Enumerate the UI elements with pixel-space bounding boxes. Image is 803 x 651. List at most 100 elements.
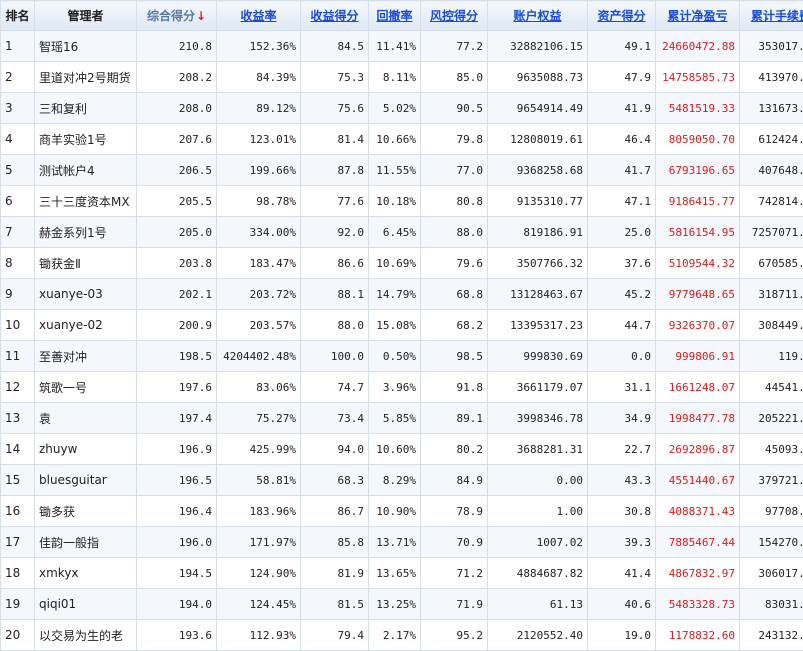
cell-drawdown: 10.66%: [369, 124, 421, 155]
header-manager: 管理者: [35, 1, 137, 31]
cell-fees: 353017.80: [740, 31, 803, 62]
table-row: 4商羊实验1号207.6123.01%81.410.66%79.81280801…: [1, 124, 803, 155]
cell-asset-score: 19.0: [588, 620, 656, 651]
cell-drawdown: 2.17%: [369, 620, 421, 651]
cell-fees: 318711.35: [740, 279, 803, 310]
header-equity[interactable]: 账户权益: [488, 1, 588, 31]
cell-net-pnl: 24660472.88: [656, 31, 740, 62]
cell-net-pnl: 14758585.73: [656, 62, 740, 93]
cell-asset-score: 39.3: [588, 527, 656, 558]
cell-risk-score: 68.2: [421, 310, 488, 341]
header-drawdown[interactable]: 回撤率: [369, 1, 421, 31]
cell-rank: 13: [1, 403, 35, 434]
cell-asset-score: 37.6: [588, 248, 656, 279]
cell-rank: 8: [1, 248, 35, 279]
cell-manager: 以交易为生的老: [35, 620, 137, 651]
header-return-rate[interactable]: 收益率: [217, 1, 301, 31]
cell-manager: zhuyw: [35, 434, 137, 465]
cell-equity: 3998346.78: [488, 403, 588, 434]
cell-return-score: 86.6: [301, 248, 369, 279]
cell-net-pnl: 5481519.33: [656, 93, 740, 124]
header-composite-score[interactable]: 综合得分↓: [137, 1, 217, 31]
header-risk-score[interactable]: 风控得分: [421, 1, 488, 31]
cell-rank: 12: [1, 372, 35, 403]
table-row: 12筑歌一号197.683.06%74.73.96%91.83661179.07…: [1, 372, 803, 403]
cell-fees: 205221.27: [740, 403, 803, 434]
cell-equity: 1.00: [488, 496, 588, 527]
cell-fees: 379721.91: [740, 465, 803, 496]
header-fees[interactable]: 累计手续费: [740, 1, 803, 31]
cell-composite-score: 210.8: [137, 31, 217, 62]
table-row: 10xuanye-02200.9203.57%88.015.08%68.2133…: [1, 310, 803, 341]
table-row: 7赫金系列1号205.0334.00%92.06.45%88.0819186.9…: [1, 217, 803, 248]
header-net-pnl[interactable]: 累计净盈亏: [656, 1, 740, 31]
cell-asset-score: 43.3: [588, 465, 656, 496]
table-row: 5测试帐户4206.5199.66%87.811.55%77.09368258.…: [1, 155, 803, 186]
cell-equity: 9654914.49: [488, 93, 588, 124]
cell-equity: 999830.69: [488, 341, 588, 372]
cell-net-pnl: 1998477.78: [656, 403, 740, 434]
cell-drawdown: 15.08%: [369, 310, 421, 341]
cell-return-score: 88.0: [301, 310, 369, 341]
cell-asset-score: 45.2: [588, 279, 656, 310]
cell-return-score: 87.8: [301, 155, 369, 186]
cell-rank: 10: [1, 310, 35, 341]
cell-risk-score: 77.2: [421, 31, 488, 62]
cell-return-rate: 58.81%: [217, 465, 301, 496]
cell-risk-score: 85.0: [421, 62, 488, 93]
cell-fees: 612424.30: [740, 124, 803, 155]
cell-drawdown: 10.69%: [369, 248, 421, 279]
cell-composite-score: 206.5: [137, 155, 217, 186]
table-row: 13袁197.475.27%73.45.85%89.13998346.7834.…: [1, 403, 803, 434]
cell-net-pnl: 2692896.87: [656, 434, 740, 465]
cell-equity: 4884687.82: [488, 558, 588, 589]
cell-return-rate: 183.96%: [217, 496, 301, 527]
cell-return-score: 75.6: [301, 93, 369, 124]
cell-return-rate: 83.06%: [217, 372, 301, 403]
cell-rank: 15: [1, 465, 35, 496]
cell-manager: 里道对冲2号期货: [35, 62, 137, 93]
cell-composite-score: 207.6: [137, 124, 217, 155]
cell-net-pnl: 9186415.77: [656, 186, 740, 217]
cell-drawdown: 5.02%: [369, 93, 421, 124]
cell-net-pnl: 8059050.70: [656, 124, 740, 155]
cell-drawdown: 10.18%: [369, 186, 421, 217]
cell-rank: 9: [1, 279, 35, 310]
cell-net-pnl: 9326370.07: [656, 310, 740, 341]
cell-asset-score: 49.1: [588, 31, 656, 62]
cell-rank: 18: [1, 558, 35, 589]
cell-return-rate: 124.45%: [217, 589, 301, 620]
cell-risk-score: 89.1: [421, 403, 488, 434]
table-body: 1智瑶16210.8152.36%84.511.41%77.232882106.…: [1, 31, 803, 651]
cell-return-score: 81.4: [301, 124, 369, 155]
cell-rank: 14: [1, 434, 35, 465]
cell-composite-score: 196.4: [137, 496, 217, 527]
cell-asset-score: 41.7: [588, 155, 656, 186]
cell-fees: 306017.03: [740, 558, 803, 589]
cell-equity: 3688281.31: [488, 434, 588, 465]
cell-return-rate: 4204402.48%: [217, 341, 301, 372]
table-row: 3三和复利208.089.12%75.65.02%90.59654914.494…: [1, 93, 803, 124]
cell-fees: 407648.35: [740, 155, 803, 186]
cell-fees: 45093.13: [740, 434, 803, 465]
cell-fees: 97708.57: [740, 496, 803, 527]
cell-asset-score: 0.0: [588, 341, 656, 372]
header-return-score[interactable]: 收益得分: [301, 1, 369, 31]
cell-risk-score: 90.5: [421, 93, 488, 124]
cell-drawdown: 10.90%: [369, 496, 421, 527]
cell-drawdown: 14.79%: [369, 279, 421, 310]
cell-manager: 三和复利: [35, 93, 137, 124]
cell-asset-score: 47.9: [588, 62, 656, 93]
cell-manager: xmkyx: [35, 558, 137, 589]
cell-fees: 243132.40: [740, 620, 803, 651]
table-row: 11至善对冲198.54204402.48%100.00.50%98.59998…: [1, 341, 803, 372]
cell-fees: 670585.68: [740, 248, 803, 279]
header-asset-score[interactable]: 资产得分: [588, 1, 656, 31]
cell-composite-score: 194.5: [137, 558, 217, 589]
cell-risk-score: 71.2: [421, 558, 488, 589]
table-row: 19qiqi01194.0124.45%81.513.25%71.961.134…: [1, 589, 803, 620]
cell-risk-score: 91.8: [421, 372, 488, 403]
cell-manager: 筑歌一号: [35, 372, 137, 403]
table-row: 15bluesguitar196.558.81%68.38.29%84.90.0…: [1, 465, 803, 496]
cell-return-score: 81.5: [301, 589, 369, 620]
